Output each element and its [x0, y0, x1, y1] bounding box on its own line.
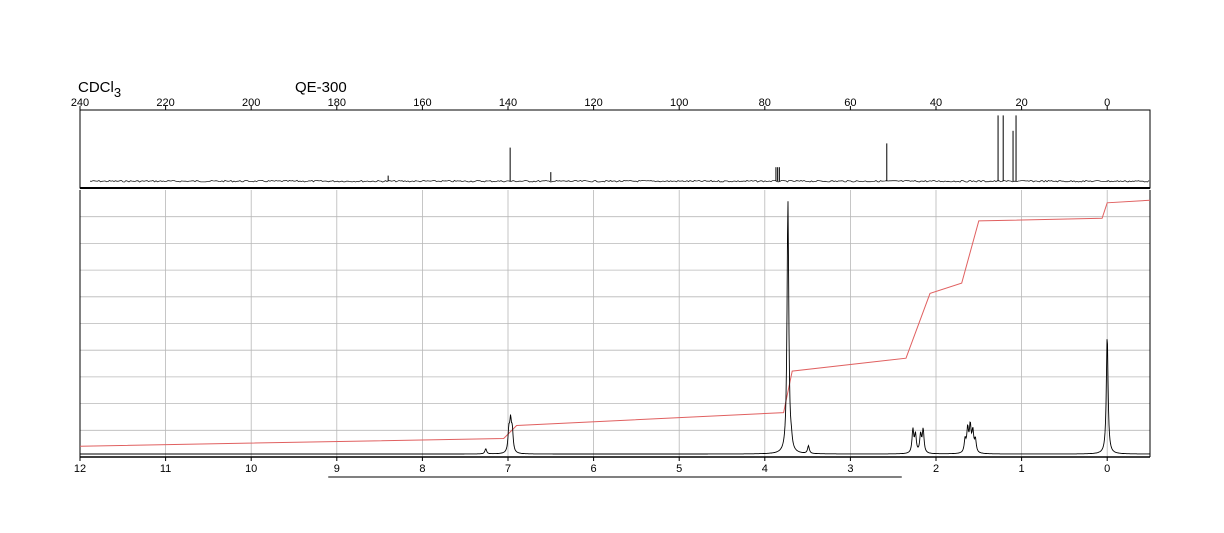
h1-tick-label-12: 12: [74, 463, 86, 475]
h1-tick-label-9: 9: [334, 463, 340, 475]
h1-tick-label-5: 5: [676, 463, 682, 475]
c13-tick-label-40: 40: [930, 97, 942, 109]
h1-tick-label-4: 4: [762, 463, 768, 475]
c13-baseline-trace: [89, 179, 1150, 183]
h1-tick-label-2: 2: [933, 463, 939, 475]
h1-tick-label-7: 7: [505, 463, 511, 475]
c13-tick-label-0: 0: [1104, 97, 1110, 109]
h1-tick-label-8: 8: [419, 463, 425, 475]
c13-tick-label-200: 200: [242, 97, 260, 109]
c13-tick-label-100: 100: [670, 97, 688, 109]
instrument-label: QE-300: [295, 79, 347, 96]
h1-tick-label-11: 11: [160, 463, 171, 475]
h1-tick-label-6: 6: [591, 463, 597, 475]
c13-frame: [79, 109, 1151, 189]
c13-tick-label-240: 240: [71, 97, 89, 109]
nmr-chart: CDCl3 QE-300 240 220 200 180 160 140 120 100 80 6…: [71, 79, 1151, 478]
nmr-figure: CDCl3 QE-300 240 220 200 180 160 140 120 100 80 6…: [0, 0, 1224, 528]
h1-tick-label-1: 1: [1019, 463, 1025, 475]
h1-spectrum-panel: 12 11 10 9 8 7 6 5 4 3 2 1 0: [74, 190, 1151, 478]
c13-tick-label-60: 60: [844, 97, 856, 109]
c13-tick-label-220: 220: [156, 97, 174, 109]
c13-tick-label-160: 160: [413, 97, 431, 109]
c13-tick-label-80: 80: [759, 97, 771, 109]
h1-tick-label-10: 10: [245, 463, 257, 475]
c13-tick-label-180: 180: [328, 97, 346, 109]
c13-tick-label-120: 120: [584, 97, 602, 109]
c13-spectrum-panel: 240 220 200 180 160 140 120 100 80 60 40 20 0: [71, 97, 1151, 189]
c13-tick-label-20: 20: [1015, 97, 1027, 109]
h1-spectrum-trace: [80, 201, 1150, 455]
c13-tick-label-140: 140: [499, 97, 517, 109]
h1-tick-label-3: 3: [847, 463, 853, 475]
h1-tick-label-0: 0: [1104, 463, 1110, 475]
